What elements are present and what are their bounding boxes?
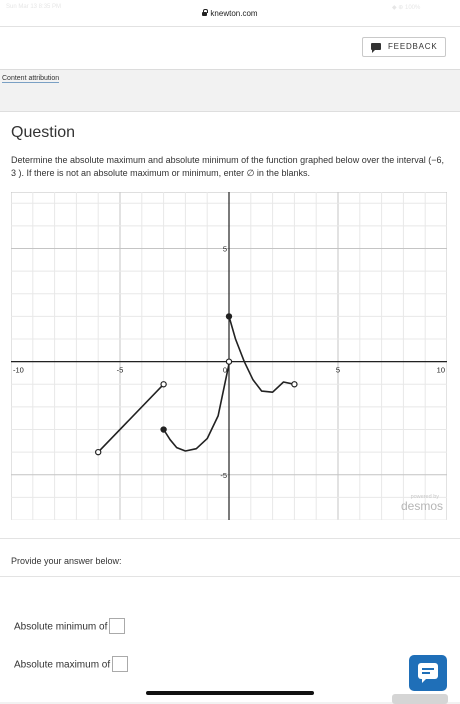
x-tick-label: -10 <box>13 366 24 375</box>
absolute-minimum-label: Absolute minimum of <box>14 621 108 633</box>
y-tick-label: 5 <box>223 245 227 254</box>
feedback-button[interactable]: FEEDBACK <box>362 37 446 57</box>
lock-icon <box>202 9 208 16</box>
home-indicator <box>146 691 314 695</box>
chat-icon <box>418 663 438 683</box>
closed-endpoint <box>160 426 167 433</box>
url-text: knewton.com <box>210 9 258 18</box>
closed-endpoint <box>225 313 233 320</box>
browser-top-bar: Sun Mar 13 8:35 PM ◆ ⊕ 100% knewton.com <box>0 0 460 27</box>
absolute-minimum-row: Absolute minimum of <box>14 618 126 635</box>
absolute-maximum-input[interactable] <box>112 656 129 672</box>
chat-button[interactable] <box>409 655 447 691</box>
absolute-minimum-input[interactable] <box>109 618 126 634</box>
x-tick-label: -5 <box>117 366 124 375</box>
x-tick-label: 5 <box>336 366 340 375</box>
divider <box>0 576 460 577</box>
question-prompt: Determine the absolute maximum and absol… <box>11 155 444 178</box>
divider <box>0 538 460 539</box>
feedback-panel: FEEDBACK <box>0 27 460 70</box>
content-attribution-link[interactable]: Content attribution <box>2 75 60 83</box>
open-endpoint <box>94 448 102 456</box>
absolute-maximum-row: Absolute maximum of <box>14 656 129 673</box>
provide-answer-label: Provide your answer below: <box>11 556 122 566</box>
question-card: Question Determine the absolute maximum … <box>0 111 460 702</box>
open-endpoint <box>291 381 298 388</box>
question-title: Question <box>11 124 76 141</box>
open-endpoint <box>225 358 233 365</box>
absolute-maximum-label: Absolute maximum of <box>14 659 111 671</box>
next-button[interactable] <box>392 694 448 704</box>
comment-icon <box>371 43 381 53</box>
address-bar[interactable]: knewton.com <box>0 9 460 18</box>
y-tick-label: -5 <box>220 471 227 480</box>
feedback-label: FEEDBACK <box>388 42 438 51</box>
open-endpoint <box>160 381 167 388</box>
desmos-watermark: desmos <box>401 499 443 513</box>
function-graph: -10 -5 0 5 105-5powered bydesmos <box>11 192 447 520</box>
x-tick-label: 10 <box>437 366 445 375</box>
